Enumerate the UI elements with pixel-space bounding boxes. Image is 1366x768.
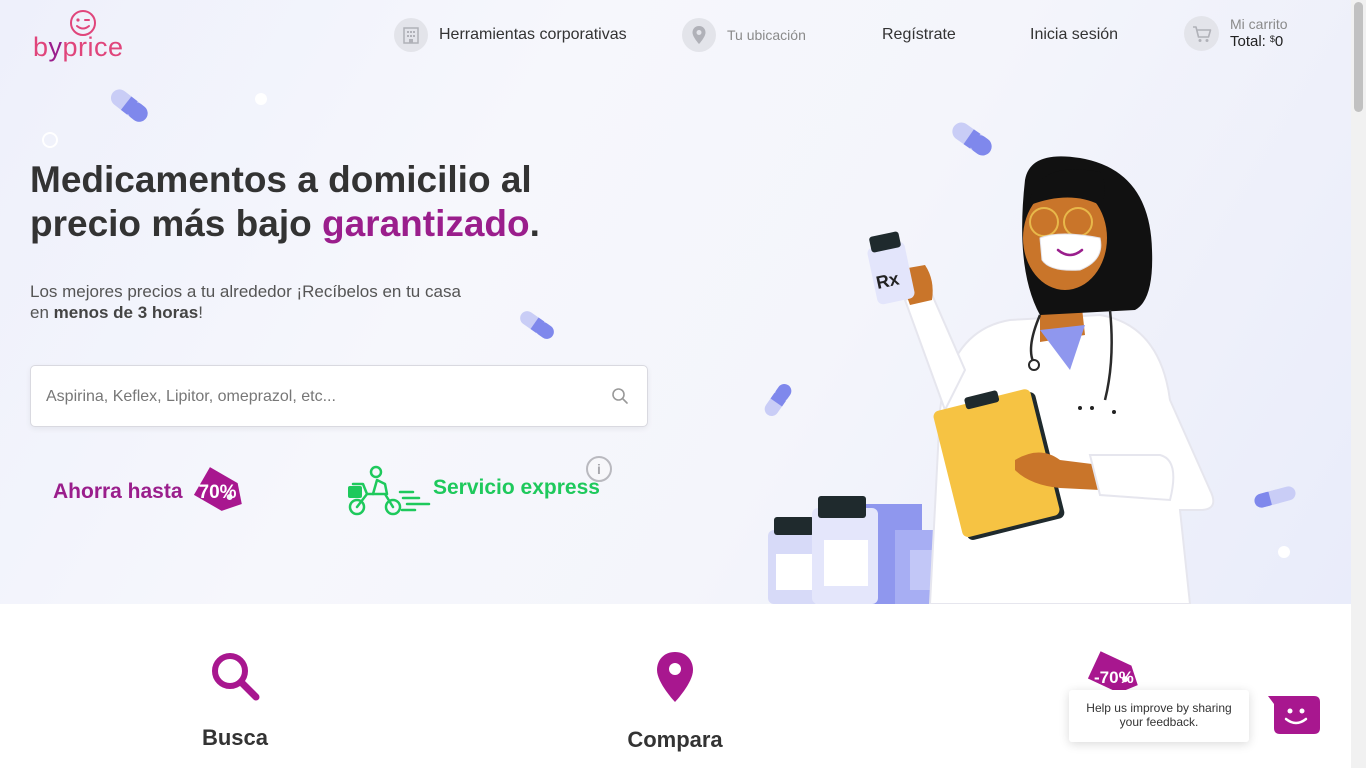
discount-tag-text: 70% bbox=[198, 482, 237, 503]
promo-savings-text: Ahorra hasta bbox=[53, 480, 183, 503]
nav-corporate-label: Herramientas corporativas bbox=[439, 26, 627, 43]
pill-decoration-icon bbox=[520, 311, 554, 339]
search-icon bbox=[212, 653, 260, 701]
promo-express-text: Servicio express bbox=[433, 476, 600, 499]
nav-login-link[interactable]: Inicia sesión bbox=[1030, 18, 1118, 52]
page-scrollbar[interactable] bbox=[1351, 0, 1366, 768]
feature-search-label: Busca bbox=[201, 725, 269, 750]
feedback-button[interactable] bbox=[1268, 696, 1320, 734]
cart-button[interactable]: Mi carrito Total: $0 bbox=[1184, 16, 1288, 51]
dot-decoration-icon bbox=[255, 93, 267, 105]
location-pin-icon bbox=[657, 652, 693, 702]
scooter-delivery-icon bbox=[348, 465, 431, 516]
hero-section: byprice Herramientas corporativas Tu ubi… bbox=[0, 0, 1351, 604]
search-input[interactable] bbox=[46, 384, 586, 410]
building-icon bbox=[394, 18, 428, 52]
promo-express: Servicio express bbox=[345, 462, 600, 518]
info-icon[interactable]: i bbox=[586, 456, 612, 482]
hero-subtitle: Los mejores precios a tu alrededor ¡Recí… bbox=[30, 282, 461, 322]
scrollbar-thumb[interactable] bbox=[1354, 2, 1363, 112]
byprice-logo[interactable]: byprice bbox=[33, 8, 133, 64]
nav-location[interactable]: Tu ubicación bbox=[682, 18, 806, 52]
pharmacist-illustration: Rx bbox=[768, 156, 1215, 604]
search-icon[interactable] bbox=[611, 387, 629, 405]
logo-text: byprice bbox=[33, 32, 124, 62]
discount-tag-icon: 70% bbox=[191, 462, 251, 522]
dot-decoration-icon bbox=[42, 132, 58, 148]
feature-save-tag-text: -70% bbox=[1094, 668, 1134, 687]
location-pin-icon bbox=[682, 18, 716, 52]
nav-corporate-tools[interactable]: Herramientas corporativas bbox=[394, 18, 627, 52]
cart-total: Total: $0 bbox=[1230, 32, 1284, 50]
pill-decoration-icon bbox=[110, 89, 148, 122]
cart-icon bbox=[1184, 16, 1219, 51]
hero-headline: Medicamentos a domicilio al precio más b… bbox=[30, 159, 540, 244]
cart-label: Mi carrito bbox=[1230, 15, 1288, 32]
feedback-tooltip: Help us improve by sharing your feedback… bbox=[1069, 690, 1249, 742]
feature-compare: Compara bbox=[575, 650, 775, 753]
feature-search: Busca bbox=[135, 650, 335, 751]
promo-savings: Ahorra hasta 70% bbox=[53, 462, 251, 522]
nav-register-link[interactable]: Regístrate bbox=[882, 18, 956, 52]
nav-location-label: Tu ubicación bbox=[727, 27, 806, 43]
search-box bbox=[30, 365, 648, 427]
feature-compare-label: Compara bbox=[627, 727, 723, 752]
